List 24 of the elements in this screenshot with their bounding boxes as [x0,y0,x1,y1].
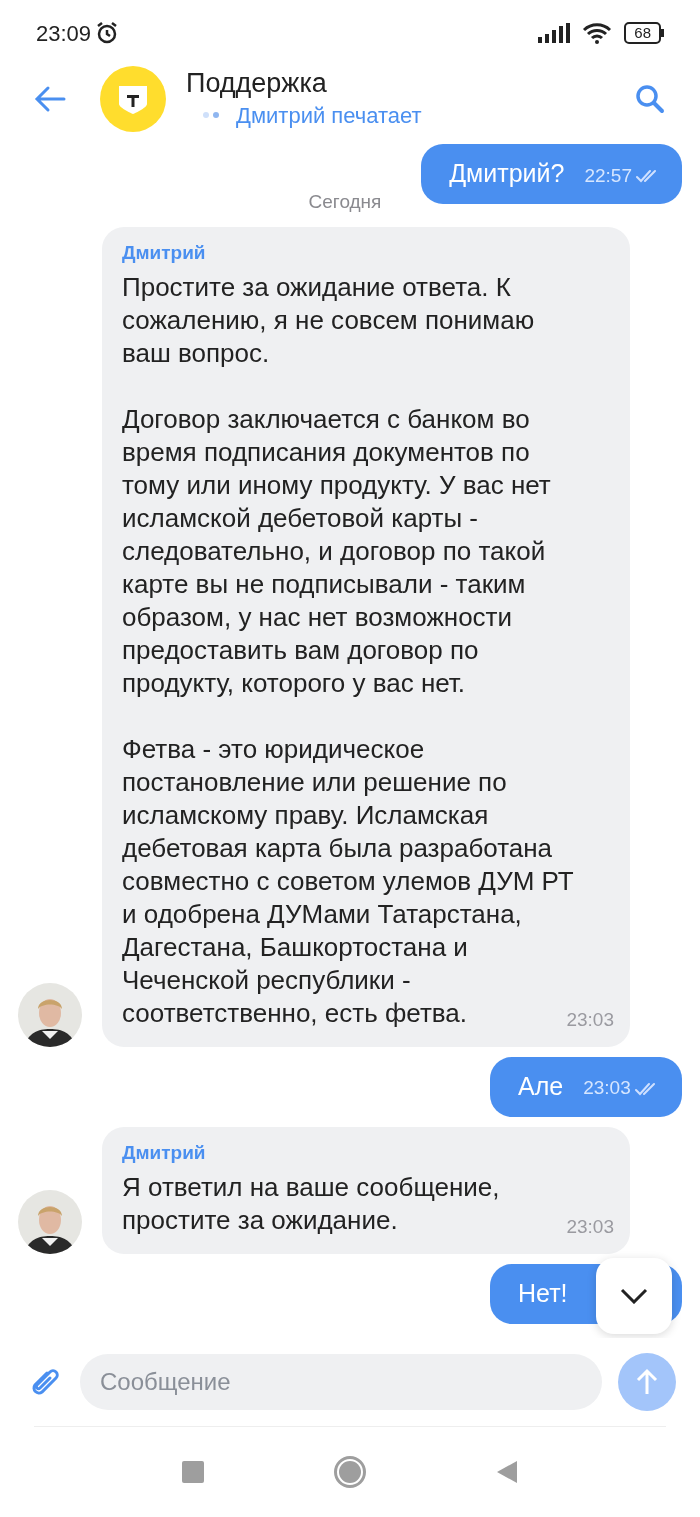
incoming-message: Дмитрий Я ответил на ваше сообщение, простите за ожидание. 23:03 [102,1126,630,1254]
outgoing-message: Але 23:03 [490,1056,682,1117]
triangle-icon [496,1460,518,1484]
message-input[interactable]: Сообщение [80,1354,602,1410]
arrow-up-icon [635,1368,659,1396]
typing-status: Дмитрий печатает [236,101,422,130]
search-icon [634,83,666,115]
shield-logo-icon [100,66,166,132]
back-arrow-icon [34,85,66,113]
incoming-message: Дмитрий Простите за ожидание ответа. К сожалению, я не совсем понимаю ваш вопрос. Договор заключается с банком во время подписания документов по тому или иному продукту. У вас нет исламской дебетовой карты - следовательно, и договор по такой карте вы не подписывали - таким образом, у нас нет возможности предоставить вам договор по продукту, которого у вас нет. Фетва - это юридическое постановление или решение по исламскому праву. Исламская дебетовая карта была разработана совместно с советом улемов ДУМ РТ и одобрена ДУМами Татарстана, Дагестана, Башкортостана и Чеченской республики - соответственно, есть фетва. 23:03 [102,226,630,1047]
clock-time: 23:09 [36,19,92,48]
wifi-icon [582,22,613,44]
chevron-down-icon [620,1288,648,1304]
scroll-down-button[interactable] [596,1258,672,1334]
signal-icon [538,23,571,43]
chat-title: Поддержка [186,66,328,99]
outgoing-message: Дмитрий? 22:57 [421,144,682,204]
back-nav-button[interactable] [496,1460,518,1484]
battery-icon: 68 [624,22,664,44]
message-text: Я ответил на ваше сообщение, простите за ожидание. [122,1172,500,1235]
home-button[interactable] [334,1456,366,1488]
date-separator: Сегодня [308,190,382,214]
message-text: Договор заключается с банком во время подписания документов по тому или иному продукту. У вас нет исламской дебетовой карты - следовательно, и договор по такой карте вы не подписывали - таким образом, у нас нет возможности предоставить вам договор по продукту, которого у вас нет. [122,404,551,698]
message-text: Простите за ожидание ответа. К сожалению, я не совсем понимаю ваш вопрос. [122,272,535,368]
